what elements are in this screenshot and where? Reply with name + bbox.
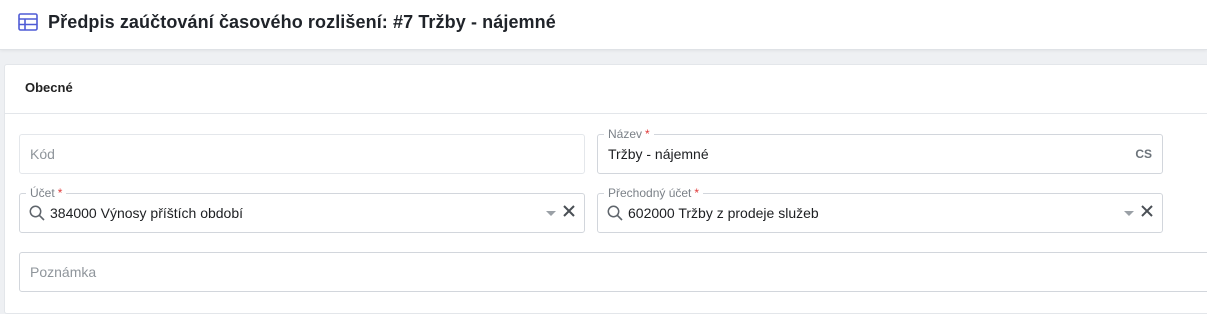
- chevron-down-icon[interactable]: [546, 211, 556, 216]
- poznamka-field[interactable]: Poznámka: [19, 252, 1207, 292]
- close-icon[interactable]: [562, 204, 576, 218]
- prechodny-ucet-value[interactable]: 602000 Tržby z prodeje služeb: [628, 205, 819, 221]
- poznamka-placeholder: Poznámka: [30, 264, 97, 280]
- search-icon: [607, 205, 623, 221]
- ucet-value[interactable]: 384000 Výnosy příštích období: [50, 205, 243, 221]
- search-icon: [29, 205, 45, 221]
- nazev-value[interactable]: Tržby - nájemné: [608, 146, 709, 162]
- section-title: Obecné: [25, 80, 73, 95]
- nazev-label: Název *: [604, 127, 654, 141]
- form-card: Obecné Kód Název * Tržby - nájemné CS Úče…: [4, 64, 1207, 314]
- section-header: Obecné: [5, 65, 1207, 114]
- ucet-label: Účet *: [26, 186, 67, 200]
- ucet-select[interactable]: Účet * 384000 Výnosy příštích období: [19, 186, 585, 233]
- prechodny-ucet-label: Přechodný účet *: [604, 186, 704, 200]
- page-title: Předpis zaúčtování časového rozlišení: #…: [48, 12, 556, 32]
- language-badge[interactable]: CS: [1135, 147, 1152, 161]
- nazev-field[interactable]: Název * Tržby - nájemné CS: [597, 127, 1163, 174]
- kod-field: Kód: [19, 134, 585, 174]
- table-icon: [18, 13, 38, 31]
- prechodny-ucet-select[interactable]: Přechodný účet * 602000 Tržby z prodeje s…: [597, 186, 1163, 233]
- chevron-down-icon[interactable]: [1124, 211, 1134, 216]
- kod-placeholder: Kód: [30, 146, 55, 162]
- close-icon[interactable]: [1140, 204, 1154, 218]
- page-header: Předpis zaúčtování časového rozlišení: #…: [0, 0, 1207, 50]
